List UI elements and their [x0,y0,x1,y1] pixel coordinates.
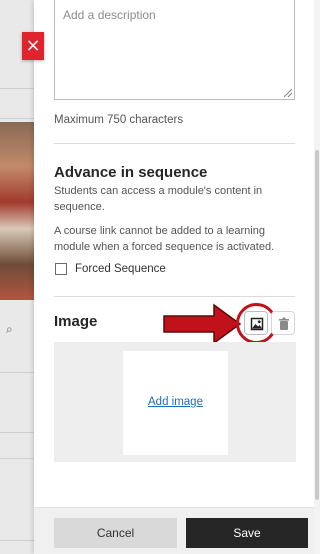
trash-icon [279,317,289,330]
image-dropzone: Add image [54,342,296,462]
resize-handle-icon[interactable] [284,89,292,97]
image-placeholder-card[interactable]: Add image [123,351,228,455]
add-image-link[interactable]: Add image [123,396,228,408]
save-button[interactable]: Save [186,518,308,548]
module-settings-panel: Add a description Maximum 750 characters… [34,0,314,554]
sequence-description: Students can access a module's content i… [54,185,263,213]
image-heading: Image [54,313,98,330]
close-icon: × [25,35,41,56]
close-panel-button[interactable]: × [22,32,44,60]
forced-sequence-option[interactable]: Forced Sequence [55,263,166,275]
max-characters-hint: Maximum 750 characters [54,114,184,126]
panel-scrollbar[interactable] [314,0,320,554]
description-placeholder: Add a description [63,8,156,22]
forced-sequence-label: Forced Sequence [75,263,166,275]
section-divider [54,296,295,297]
forced-sequence-checkbox[interactable] [55,263,67,275]
cancel-button[interactable]: Cancel [54,518,177,548]
sequence-warning: A course link cannot be added to a learn… [54,225,275,253]
scrollbar-thumb[interactable] [315,150,319,500]
section-divider [54,143,295,144]
panel-footer: Cancel Save [34,507,314,554]
advance-in-sequence-heading: Advance in sequence [54,164,208,181]
description-textarea[interactable]: Add a description [54,0,295,100]
delete-image-button[interactable] [271,311,295,335]
search-icon: ⌕ [6,322,13,336]
